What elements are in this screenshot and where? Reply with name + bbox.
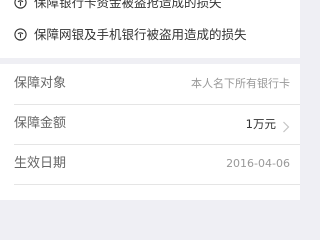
coverage-object-label: 保障对象 — [14, 76, 67, 91]
shield-icon — [14, 0, 27, 9]
coverage-amount-value: 1万元 — [245, 117, 276, 131]
coverage-object-row: 保障对象 本人名下所有银行卡 — [0, 64, 300, 104]
benefit-item: 保障银行卡资金被盗抢造成的损失 — [0, 0, 300, 14]
benefits-section: 保障银行卡资金被盗抢造成的损失 保障网银及手机银行被盗用造成的损失 — [0, 0, 300, 58]
policy-details: 保障对象 本人名下所有银行卡 保障金额 1万元 生效日期 2016-04-06 — [0, 64, 300, 200]
benefit-text: 保障网银及手机银行被盗用造成的损失 — [34, 27, 247, 42]
benefit-item: 保障网银及手机银行被盗用造成的损失 — [0, 24, 300, 46]
divider — [14, 184, 300, 185]
effective-date-row: 生效日期 2016-04-06 — [0, 144, 300, 184]
insurance-detail-screen: 保障银行卡资金被盗抢造成的损失 保障网银及手机银行被盗用造成的损失 保障对象 本… — [0, 0, 300, 200]
effective-date-value: 2016-04-06 — [226, 157, 290, 170]
shield-icon — [14, 28, 27, 41]
chevron-right-icon — [282, 118, 290, 133]
benefit-text: 保障银行卡资金被盗抢造成的损失 — [34, 0, 222, 10]
coverage-object-value: 本人名下所有银行卡 — [191, 77, 290, 90]
coverage-amount-label: 保障金额 — [14, 116, 67, 131]
effective-date-label: 生效日期 — [14, 156, 67, 171]
coverage-amount-row[interactable]: 保障金额 1万元 — [0, 104, 300, 144]
